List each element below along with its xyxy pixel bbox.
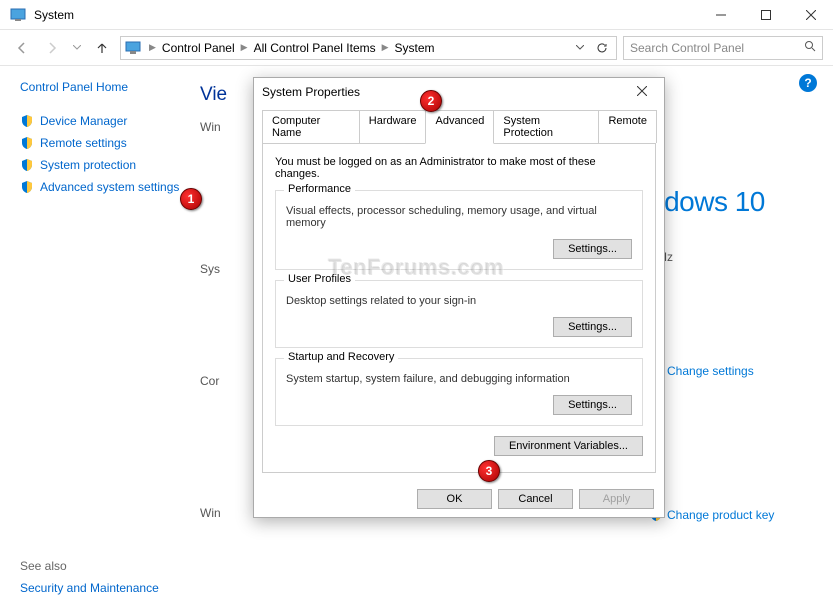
maximize-button[interactable] [743,0,788,30]
help-icon[interactable]: ? [799,74,817,92]
tab-advanced[interactable]: Advanced [425,110,494,144]
change-product-key-link[interactable]: Change product key [649,508,809,522]
group-title: Performance [284,183,355,195]
sidebar-item-label: Remote settings [40,136,127,150]
user-profiles-group: User Profiles Desktop settings related t… [275,280,643,348]
breadcrumb[interactable]: System [393,41,437,55]
security-maintenance-link[interactable]: Security and Maintenance [20,581,159,595]
tab-strip: Computer Name Hardware Advanced System P… [254,106,664,143]
group-desc: Desktop settings related to your sign-in [286,295,632,307]
chevron-right-icon: ▶ [380,42,391,53]
forward-button[interactable] [40,36,64,60]
performance-group: Performance Visual effects, processor sc… [275,190,643,270]
search-input[interactable]: Search Control Panel [623,36,823,60]
shield-icon [20,114,34,128]
performance-settings-button[interactable]: Settings... [553,239,632,259]
up-button[interactable] [90,36,114,60]
minimize-button[interactable] [698,0,743,30]
back-button[interactable] [10,36,34,60]
dialog-close-button[interactable] [628,85,656,99]
link-label: Change product key [667,508,774,522]
breadcrumb[interactable]: Control Panel [160,41,237,55]
search-placeholder: Search Control Panel [630,41,804,55]
link-label: Change settings [667,364,754,378]
group-title: Startup and Recovery [284,351,398,363]
user-profiles-settings-button[interactable]: Settings... [553,317,632,337]
dialog-titlebar[interactable]: System Properties [254,78,664,106]
sidebar-item-device-manager[interactable]: Device Manager [20,110,200,132]
sidebar-item-label: Advanced system settings [40,180,179,194]
change-settings-link[interactable]: Change settings [649,364,809,378]
ghz-label: GHz [649,250,809,264]
callout-marker-3: 3 [478,460,500,482]
sidebar-item-advanced-system-settings[interactable]: Advanced system settings [20,176,200,198]
group-desc: System startup, system failure, and debu… [286,373,632,385]
search-icon [804,40,816,55]
tab-computer-name[interactable]: Computer Name [262,110,360,143]
control-panel-home-link[interactable]: Control Panel Home [20,80,200,94]
dialog-title: System Properties [262,85,628,99]
group-desc: Visual effects, processor scheduling, me… [286,205,632,229]
window-title: System [34,8,698,22]
tab-body: You must be logged on as an Administrato… [262,143,656,473]
tab-system-protection[interactable]: System Protection [493,110,599,143]
callout-marker-2: 2 [420,90,442,112]
monitor-icon [125,40,141,56]
sidebar-item-label: System protection [40,158,136,172]
address-bar[interactable]: ▶ Control Panel ▶ All Control Panel Item… [120,36,617,60]
ok-button[interactable]: OK [417,489,492,509]
apply-button[interactable]: Apply [579,489,654,509]
system-properties-dialog: System Properties Computer Name Hardware… [253,77,665,518]
sidebar-item-remote-settings[interactable]: Remote settings [20,132,200,154]
refresh-button[interactable] [592,42,612,54]
cancel-button[interactable]: Cancel [498,489,573,509]
shield-icon [20,180,34,194]
sidebar-item-label: Device Manager [40,114,127,128]
system-icon [10,7,26,23]
group-title: User Profiles [284,273,355,285]
address-dropdown[interactable] [570,45,590,50]
dialog-button-row: OK Cancel Apply [254,481,664,517]
tab-hardware[interactable]: Hardware [359,110,427,143]
tab-remote[interactable]: Remote [598,110,657,143]
chevron-right-icon: ▶ [147,42,158,53]
see-also-header: See also [20,559,159,573]
chevron-right-icon: ▶ [239,42,250,53]
startup-recovery-group: Startup and Recovery System startup, sys… [275,358,643,426]
startup-recovery-settings-button[interactable]: Settings... [553,395,632,415]
shield-icon [20,158,34,172]
shield-icon [20,136,34,150]
nav-bar: ▶ Control Panel ▶ All Control Panel Item… [0,30,833,66]
callout-marker-1: 1 [180,188,202,210]
windows-10-logo-text: ndows 10 [649,186,809,218]
history-dropdown[interactable] [70,45,84,50]
sidebar: Control Panel Home Device Manager Remote… [0,66,200,609]
close-button[interactable] [788,0,833,30]
title-bar: System [0,0,833,30]
admin-notice: You must be logged on as an Administrato… [275,156,643,180]
environment-variables-button[interactable]: Environment Variables... [494,436,643,456]
breadcrumb[interactable]: All Control Panel Items [252,41,378,55]
sidebar-item-system-protection[interactable]: System protection [20,154,200,176]
